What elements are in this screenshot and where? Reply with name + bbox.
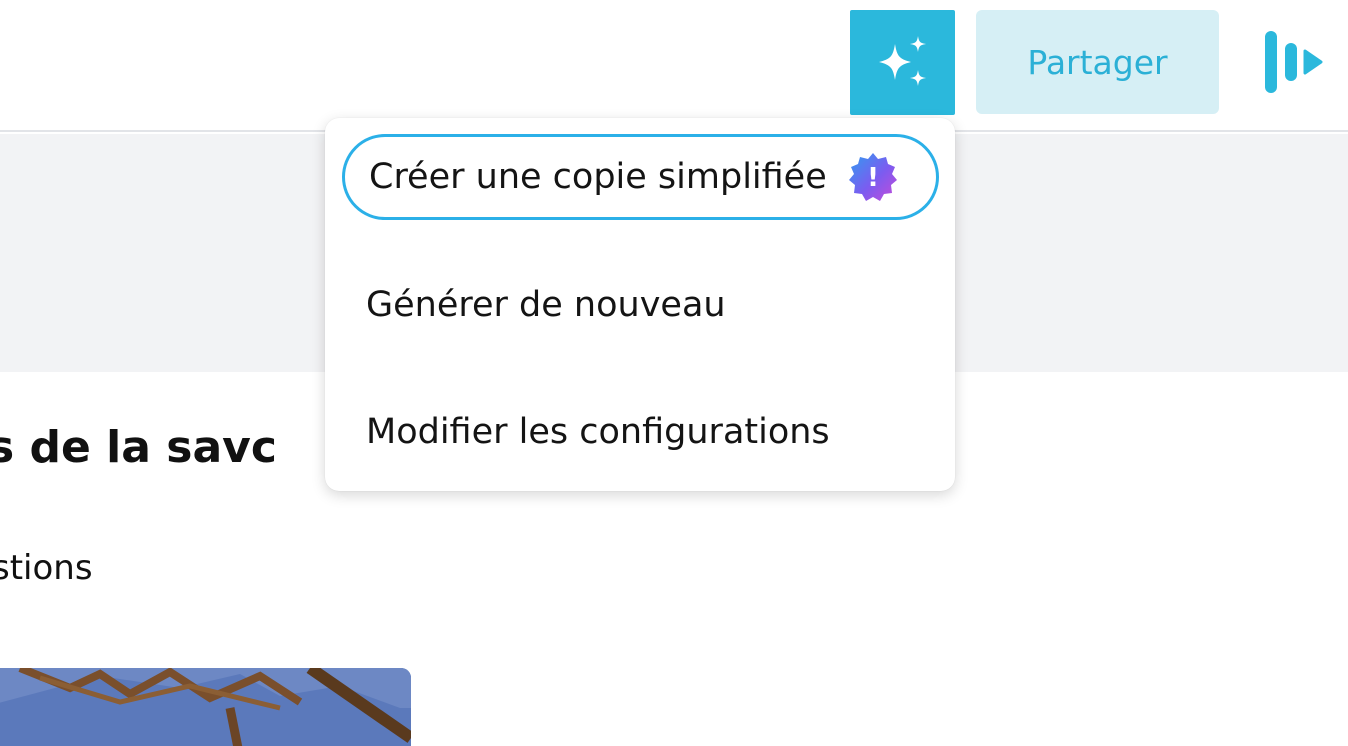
new-badge-icon: !: [847, 151, 899, 203]
sparkles-icon: [878, 35, 926, 86]
menu-item-modify-configurations[interactable]: Modifier les configurations: [342, 389, 939, 475]
top-bar: Partager: [0, 0, 1348, 132]
share-button-label: Partager: [1027, 42, 1168, 82]
menu-item-label: Générer de nouveau: [366, 285, 726, 325]
menu-item-label: Créer une copie simplifiée: [369, 157, 827, 197]
document-title: s de la savc: [0, 422, 277, 473]
ai-assistant-button[interactable]: [850, 10, 955, 115]
present-button[interactable]: [1252, 26, 1332, 98]
savanna-image: [0, 668, 411, 746]
menu-item-create-simplified-copy[interactable]: Créer une copie simplifiée !: [342, 134, 939, 220]
app-page: Partager s de la savc stions Créer une c…: [0, 0, 1348, 746]
menu-item-regenerate[interactable]: Générer de nouveau: [342, 262, 939, 348]
document-subtitle: stions: [0, 548, 93, 588]
ai-actions-dropdown: Créer une copie simplifiée ! Générer de …: [325, 118, 955, 491]
present-play-icon: [1265, 31, 1323, 93]
menu-item-label: Modifier les configurations: [366, 412, 830, 452]
share-button[interactable]: Partager: [976, 10, 1219, 114]
svg-text:!: !: [867, 163, 879, 193]
